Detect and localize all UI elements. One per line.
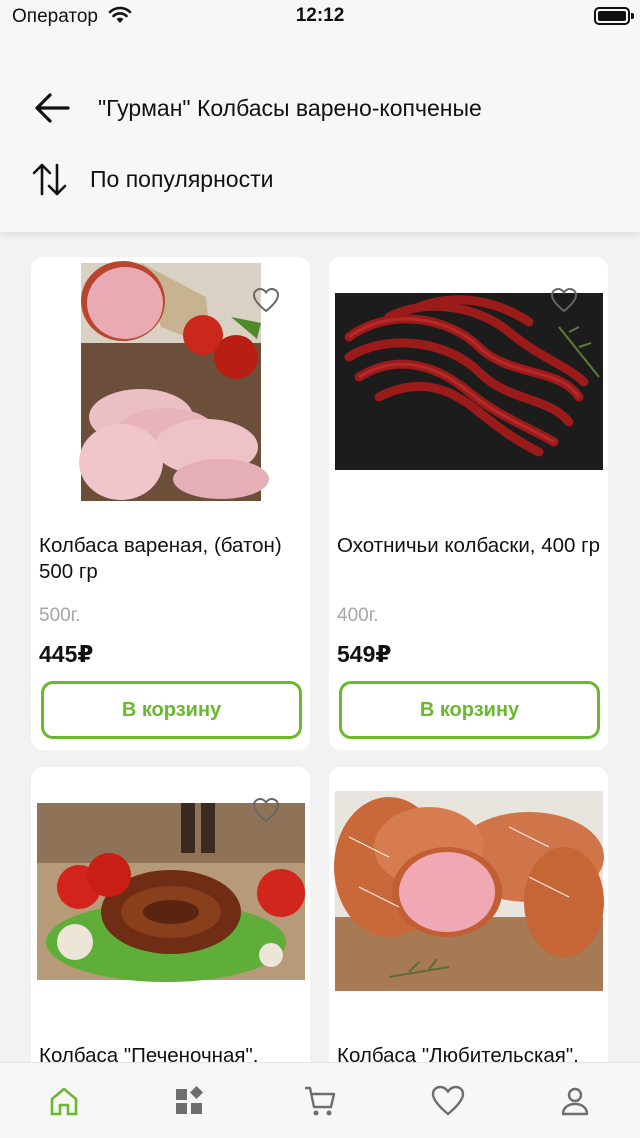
status-bar: Оператор 12:12 (0, 0, 640, 34)
sort-icon (32, 163, 67, 196)
sort-button[interactable] (30, 160, 70, 200)
add-to-cart-button[interactable]: В корзину (41, 681, 302, 739)
status-time: 12:12 (295, 5, 345, 26)
arrow-left-icon (35, 93, 70, 123)
product-card[interactable]: Колбаса "Любительская", (329, 767, 608, 1062)
product-weight: 400г. (337, 605, 379, 626)
add-to-cart-button[interactable]: В корзину (339, 681, 600, 739)
product-card[interactable]: Охотничьи колбаски, 400 гр 400г. 549₽ В … (329, 257, 608, 750)
favorites-icon[interactable] (430, 1083, 466, 1119)
product-price: 445₽ (39, 641, 94, 667)
product-card[interactable]: Колбаса "Печеночная", (31, 767, 310, 1062)
sort-label[interactable]: По популярности (90, 166, 273, 193)
product-name: Колбаса "Печеночная", (39, 1044, 259, 1062)
product-name: Охотничьи колбаски, 400 гр (337, 534, 600, 557)
product-name: Колбаса вареная, (батон) 500 гр (39, 534, 282, 583)
product-price: 549₽ (337, 641, 392, 667)
product-card[interactable]: Колбаса вареная, (батон) 500 гр 500г. 44… (31, 257, 310, 750)
header: "Гурман" Колбасы варено-копченые По попу… (0, 34, 640, 232)
page-title: "Гурман" Колбасы варено-копченые (98, 95, 482, 121)
catalog-icon[interactable] (172, 1083, 208, 1119)
back-button[interactable] (30, 88, 74, 128)
profile-icon[interactable] (557, 1083, 593, 1119)
heart-icon[interactable] (252, 287, 280, 313)
home-icon[interactable] (46, 1083, 82, 1119)
heart-icon[interactable] (252, 797, 280, 823)
battery-icon (594, 7, 634, 25)
tab-bar (0, 1062, 640, 1138)
product-weight: 500г. (39, 605, 81, 626)
product-image (334, 791, 604, 991)
product-name: Колбаса "Любительская", (337, 1044, 579, 1062)
cart-icon[interactable] (302, 1083, 338, 1119)
product-grid: Колбаса вареная, (батон) 500 гр 500г. 44… (0, 232, 640, 1062)
heart-icon[interactable] (550, 287, 578, 313)
